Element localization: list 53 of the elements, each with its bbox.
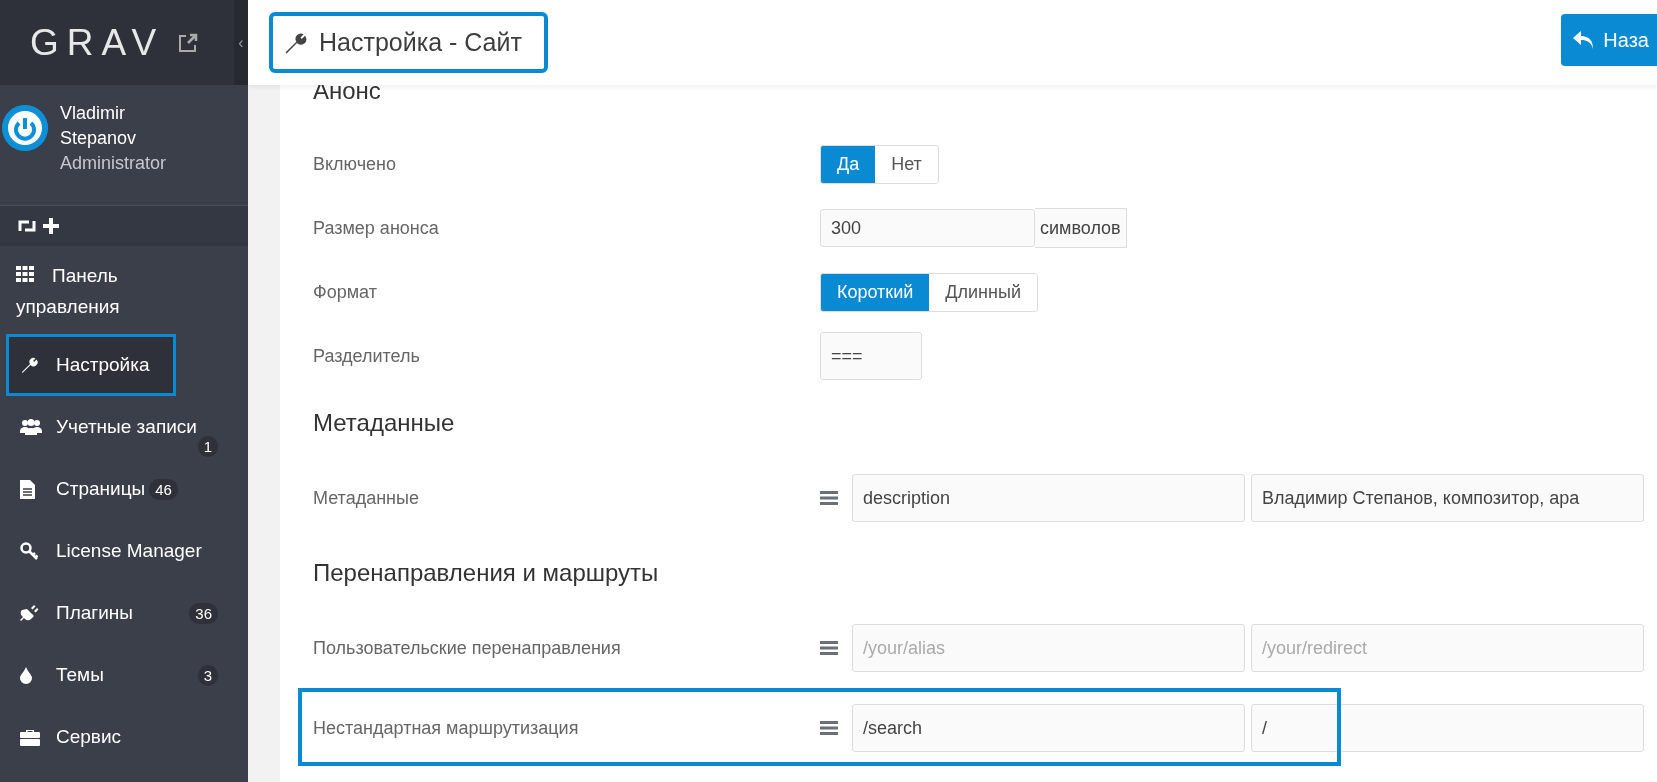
field-label: Формат	[313, 281, 378, 303]
count-badge: 1	[197, 436, 218, 457]
field-label: Метаданные	[313, 487, 420, 509]
count-badge: 36	[189, 602, 218, 624]
input-field[interactable]: 300	[820, 209, 1035, 247]
input-field[interactable]: description	[852, 474, 1245, 522]
nav-item[interactable]: Настройка	[6, 334, 176, 396]
drop-icon	[20, 666, 32, 684]
nav-item[interactable]: Плагины 36	[0, 582, 248, 644]
field-label: Включено	[313, 153, 398, 175]
nav-item[interactable]: License Manager	[0, 520, 248, 582]
user-name[interactable]: Vladimir Stepanov	[60, 101, 180, 151]
user-role: Administrator	[60, 152, 168, 175]
nav-item[interactable]: Темы 3	[0, 644, 248, 706]
wrench-icon	[283, 30, 307, 55]
document-icon	[20, 479, 35, 499]
section-heading: Перенаправления и маршруты	[313, 558, 660, 588]
toggle-option[interactable]: Да	[821, 145, 876, 183]
input-field[interactable]: Владимир Степанов, композитор, ара	[1251, 474, 1644, 522]
wrench-icon	[20, 356, 38, 374]
nav-item[interactable]: Панель управления	[0, 246, 248, 334]
toggle-option[interactable]: Короткий	[821, 273, 930, 311]
section-heading: Анонс	[313, 77, 382, 106]
drag-handle-icon[interactable]	[820, 641, 838, 655]
input-field[interactable]: /	[1251, 704, 1644, 752]
add-icon[interactable]	[43, 218, 59, 234]
plug-icon	[20, 603, 40, 623]
nav-item[interactable]: Страницы 46	[0, 458, 248, 520]
field-label: Пользовательские перенаправления	[313, 637, 622, 659]
logo-text[interactable]: GRAV	[30, 21, 165, 64]
key-icon	[20, 542, 40, 560]
input-field[interactable]: ===	[820, 332, 922, 380]
grid-icon	[16, 266, 34, 282]
external-link-icon[interactable]	[178, 32, 199, 53]
reply-icon	[1573, 31, 1596, 49]
field-label: Разделитель	[313, 345, 421, 367]
drag-handle-icon[interactable]	[820, 491, 838, 505]
collapse-button[interactable]: ‹	[234, 0, 248, 85]
field-label: Размер анонса	[313, 217, 440, 239]
back-button[interactable]: Наза	[1561, 14, 1657, 66]
nav-item[interactable]: Учетные записи 1	[0, 396, 248, 458]
drag-handle-icon[interactable]	[820, 721, 838, 735]
page-title: Настройка - Сайт	[273, 16, 544, 69]
briefcase-icon	[20, 728, 40, 746]
count-badge: 3	[197, 664, 218, 686]
input-field[interactable]: /search	[852, 704, 1245, 752]
nav-item[interactable]: Сервис	[0, 706, 248, 768]
count-badge: 46	[149, 478, 178, 500]
avatar-icon[interactable]	[2, 105, 48, 151]
users-icon	[20, 419, 42, 435]
section-heading: Метаданные	[313, 408, 456, 438]
field-label: Нестандартная маршрутизация	[313, 717, 580, 739]
unit-label: символов	[1035, 208, 1127, 248]
